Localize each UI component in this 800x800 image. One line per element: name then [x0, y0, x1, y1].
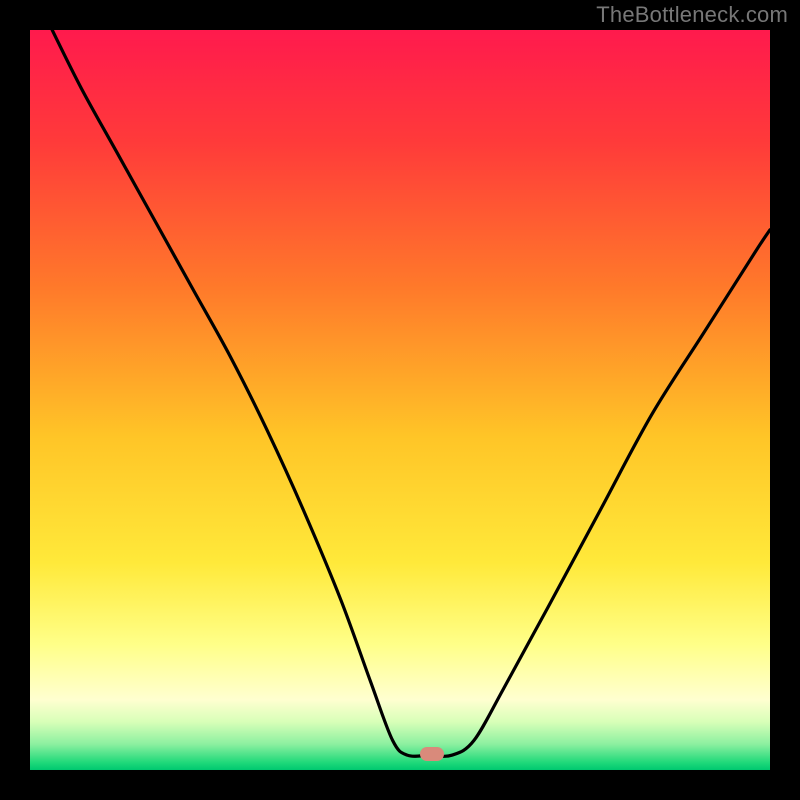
watermark-text: TheBottleneck.com	[596, 2, 788, 28]
optimal-point-marker	[420, 747, 444, 761]
chart-frame: TheBottleneck.com	[0, 0, 800, 800]
plot-svg	[30, 30, 770, 770]
plot-area	[30, 30, 770, 770]
